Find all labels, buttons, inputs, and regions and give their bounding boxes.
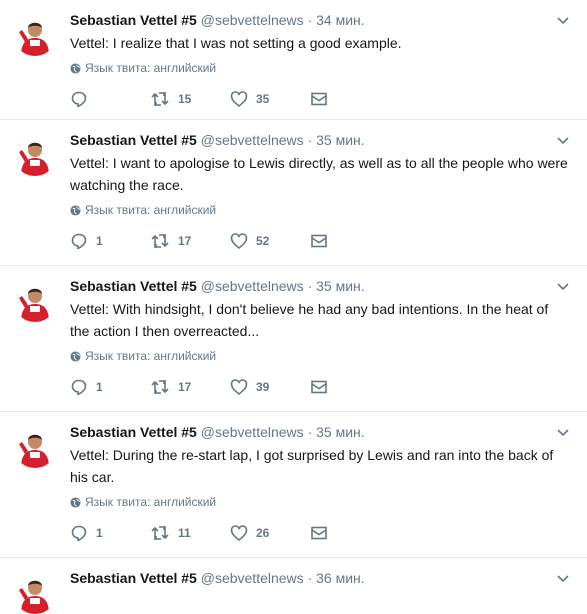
reply-button[interactable]: 1 bbox=[70, 232, 150, 250]
retweet-button[interactable]: 17 bbox=[150, 232, 230, 250]
display-name[interactable]: Sebastian Vettel #5 bbox=[70, 570, 197, 586]
like-count: 35 bbox=[256, 92, 270, 106]
timestamp[interactable]: 34 мин. bbox=[316, 12, 365, 28]
tweet-text: Vettel: During the re-start lap, I got s… bbox=[70, 447, 554, 485]
reply-icon bbox=[71, 233, 87, 250]
envelope-icon bbox=[311, 380, 327, 394]
separator-dot: · bbox=[307, 132, 313, 148]
handle[interactable]: @sebvettelnews bbox=[201, 12, 304, 28]
display-name[interactable]: Sebastian Vettel #5 bbox=[70, 12, 197, 28]
retweet-count: 17 bbox=[178, 380, 192, 394]
tweet[interactable]: Sebastian Vettel #5 @sebvettelnews · 35 … bbox=[0, 412, 587, 558]
heart-icon bbox=[230, 525, 248, 541]
avatar[interactable] bbox=[13, 12, 57, 56]
timestamp[interactable]: 35 мин. bbox=[316, 132, 365, 148]
reply-count: 1 bbox=[96, 380, 103, 394]
chevron-down-icon[interactable] bbox=[555, 278, 571, 294]
separator-dot: · bbox=[307, 570, 313, 586]
timestamp[interactable]: 36 мин. bbox=[316, 570, 365, 586]
retweet-icon bbox=[151, 380, 169, 394]
language-label: Язык твита: английский bbox=[85, 495, 217, 509]
avatar[interactable] bbox=[13, 424, 57, 468]
reply-count: 1 bbox=[96, 234, 103, 248]
timestamp[interactable]: 35 мин. bbox=[316, 278, 365, 294]
reply-button[interactable]: 1 bbox=[70, 524, 150, 542]
tweet[interactable]: Sebastian Vettel #5 @sebvettelnews · 35 … bbox=[0, 120, 587, 266]
like-count: 26 bbox=[256, 526, 270, 540]
tweet-text: Vettel: I want to apologise to Lewis dir… bbox=[70, 155, 568, 193]
tweet[interactable]: Sebastian Vettel #5 @sebvettelnews · 34 … bbox=[0, 0, 587, 120]
retweet-count: 15 bbox=[178, 92, 192, 106]
tweet-text: Vettel: With hindsight, I don't believe … bbox=[70, 301, 549, 339]
envelope-icon bbox=[311, 526, 327, 540]
display-name[interactable]: Sebastian Vettel #5 bbox=[70, 132, 197, 148]
direct-message-button[interactable] bbox=[310, 232, 390, 250]
envelope-icon bbox=[311, 234, 327, 248]
retweet-button[interactable]: 17 bbox=[150, 378, 230, 396]
handle[interactable]: @sebvettelnews bbox=[201, 570, 304, 586]
language-label: Язык твита: английский bbox=[85, 203, 217, 217]
retweet-button[interactable]: 11 bbox=[150, 524, 230, 542]
reply-icon bbox=[71, 525, 87, 542]
direct-message-button[interactable] bbox=[310, 378, 390, 396]
chevron-down-icon[interactable] bbox=[555, 424, 571, 440]
reply-icon bbox=[71, 91, 87, 108]
retweet-count: 11 bbox=[178, 526, 191, 540]
tweet-actions: 1 11 26 bbox=[70, 523, 571, 543]
retweet-icon bbox=[151, 234, 169, 248]
heart-icon bbox=[230, 91, 248, 107]
envelope-icon bbox=[311, 92, 327, 106]
like-button[interactable]: 52 bbox=[230, 232, 310, 250]
like-count: 52 bbox=[256, 234, 270, 248]
tweet-language: Язык твита: английский bbox=[70, 61, 571, 75]
handle[interactable]: @sebvettelnews bbox=[201, 132, 304, 148]
reply-button[interactable] bbox=[70, 90, 150, 108]
tweet-actions: 1 17 39 bbox=[70, 377, 571, 397]
tweet-feed: Sebastian Vettel #5 @sebvettelnews · 34 … bbox=[0, 0, 587, 614]
retweet-button[interactable]: 15 bbox=[150, 90, 230, 108]
tweet-language: Язык твита: английский bbox=[70, 495, 571, 509]
language-label: Язык твита: английский bbox=[85, 61, 217, 75]
timestamp[interactable]: 35 мин. bbox=[316, 424, 365, 440]
retweet-icon bbox=[151, 92, 169, 106]
globe-icon bbox=[70, 62, 81, 74]
retweet-count: 17 bbox=[178, 234, 192, 248]
like-count: 39 bbox=[256, 380, 270, 394]
separator-dot: · bbox=[307, 278, 313, 294]
tweet-language: Язык твита: английский bbox=[70, 349, 571, 363]
avatar[interactable] bbox=[13, 278, 57, 322]
chevron-down-icon[interactable] bbox=[555, 12, 571, 28]
tweet[interactable]: Sebastian Vettel #5 @sebvettelnews · 35 … bbox=[0, 266, 587, 412]
avatar[interactable] bbox=[13, 570, 57, 614]
tweet[interactable]: Sebastian Vettel #5 @sebvettelnews · 36 … bbox=[0, 558, 587, 614]
tweet-actions: 15 35 bbox=[70, 89, 571, 109]
chevron-down-icon[interactable] bbox=[555, 570, 571, 586]
display-name[interactable]: Sebastian Vettel #5 bbox=[70, 278, 197, 294]
heart-icon bbox=[230, 379, 248, 395]
separator-dot: · bbox=[307, 424, 313, 440]
display-name[interactable]: Sebastian Vettel #5 bbox=[70, 424, 197, 440]
heart-icon bbox=[230, 233, 248, 249]
reply-count: 1 bbox=[96, 526, 103, 540]
like-button[interactable]: 39 bbox=[230, 378, 310, 396]
separator-dot: · bbox=[307, 12, 313, 28]
globe-icon bbox=[70, 350, 81, 362]
chevron-down-icon[interactable] bbox=[555, 132, 571, 148]
reply-icon bbox=[71, 379, 87, 396]
like-button[interactable]: 26 bbox=[230, 524, 310, 542]
direct-message-button[interactable] bbox=[310, 90, 390, 108]
handle[interactable]: @sebvettelnews bbox=[201, 278, 304, 294]
like-button[interactable]: 35 bbox=[230, 90, 310, 108]
tweet-actions: 1 17 52 bbox=[70, 231, 571, 251]
tweet-language: Язык твита: английский bbox=[70, 203, 571, 217]
tweet-text: Vettel: I realize that I was not setting… bbox=[70, 35, 402, 51]
globe-icon bbox=[70, 496, 81, 508]
avatar[interactable] bbox=[13, 132, 57, 176]
handle[interactable]: @sebvettelnews bbox=[201, 424, 304, 440]
direct-message-button[interactable] bbox=[310, 524, 390, 542]
language-label: Язык твита: английский bbox=[85, 349, 217, 363]
globe-icon bbox=[70, 204, 81, 216]
reply-button[interactable]: 1 bbox=[70, 378, 150, 396]
retweet-icon bbox=[151, 526, 169, 540]
